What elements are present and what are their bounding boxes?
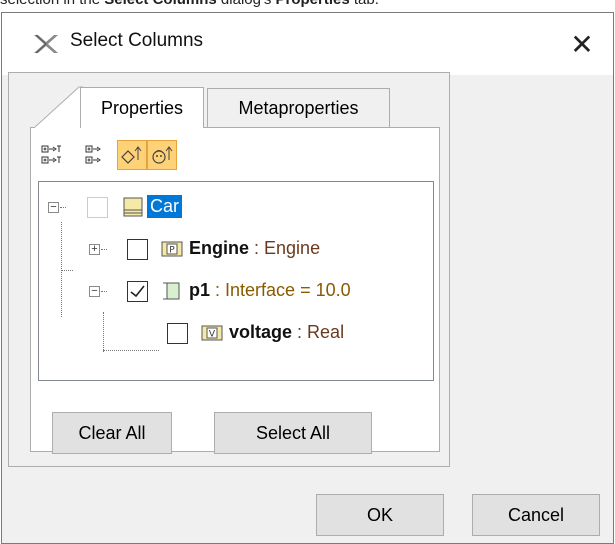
engine-type: Engine (264, 238, 321, 258)
caption-tab-name: Properties (276, 0, 350, 8)
p1-type: Interface = 10.0 (225, 280, 351, 300)
tree-connector (101, 249, 107, 250)
collapse-icon[interactable]: − (89, 286, 100, 297)
tree-row-engine[interactable]: + P Engine : Engine (39, 234, 429, 264)
voltage-checkbox[interactable] (167, 323, 188, 344)
tree-row-p1[interactable]: − p1 : Interface = 10.0 (39, 276, 429, 306)
caption-prefix: selection in the (0, 0, 104, 8)
select-all-label: Select All (255, 422, 331, 443)
caption-middle: dialog's (217, 0, 276, 8)
car-checkbox (87, 197, 108, 218)
ok-label: OK (366, 504, 393, 525)
tab-metaproperties-label: Metaproperties (238, 97, 359, 118)
expand-all-button[interactable] (38, 140, 68, 170)
cancel-button[interactable]: Cancel (472, 494, 600, 536)
tree-connector (103, 350, 159, 351)
engine-sep: : (249, 238, 265, 258)
svg-text:V: V (209, 330, 216, 340)
tab-metaproperties[interactable]: Metaproperties (207, 88, 390, 128)
p1-name: p1 (189, 280, 211, 300)
close-button[interactable]: ✕ (551, 13, 613, 75)
tab-properties[interactable]: Properties (80, 87, 204, 128)
cancel-label: Cancel (507, 504, 565, 525)
close-icon: ✕ (570, 28, 594, 60)
expand-selected-icon (85, 145, 101, 164)
show-hidden-toggle[interactable] (147, 140, 177, 170)
tree-connector (61, 270, 73, 271)
port-icon (163, 282, 180, 300)
tree-connector (60, 207, 66, 208)
p1-checkbox[interactable] (127, 281, 148, 302)
clear-all-label: Clear All (78, 422, 146, 443)
dialog-title: Select Columns (70, 30, 204, 51)
show-inherited-toggle[interactable] (117, 140, 147, 170)
svg-text:P: P (169, 246, 175, 256)
p1-sep: : (210, 280, 226, 300)
engine-name: Engine (189, 238, 250, 258)
tree-row-car[interactable]: − Car (39, 192, 429, 222)
tab-properties-label: Properties (100, 97, 184, 118)
voltage-sep: : (292, 322, 308, 342)
clear-all-button[interactable]: Clear All (52, 412, 172, 454)
title-bar[interactable]: Select Columns ✕ (2, 13, 613, 75)
block-icon (123, 197, 143, 217)
ok-button[interactable]: OK (316, 494, 444, 536)
document-caption: selection in the Select Columns dialog's… (0, 0, 615, 11)
tree-row-voltage[interactable]: V voltage : Real (39, 318, 429, 348)
app-logo-icon (34, 34, 58, 54)
engine-checkbox[interactable] (127, 239, 148, 260)
expand-selected-button[interactable] (80, 140, 110, 170)
car-label: Car (147, 195, 183, 218)
show-inherited-icon (121, 146, 142, 164)
checkmark-icon (130, 285, 145, 298)
voltage-name: voltage (229, 322, 293, 342)
show-hidden-icon (152, 146, 173, 164)
part-property-icon: P (161, 241, 183, 257)
collapse-icon[interactable]: − (48, 202, 59, 213)
select-all-button[interactable]: Select All (214, 412, 372, 454)
expand-icon[interactable]: + (89, 244, 100, 255)
value-property-icon: V (201, 325, 223, 341)
caption-suffix: tab. (350, 0, 379, 8)
caption-dialog-name: Select Columns (104, 0, 217, 8)
tab-slant-edge (35, 86, 83, 128)
properties-tree[interactable]: − Car + P Engine : Engine − p1: Interfa… (38, 181, 434, 381)
expand-all-icon (41, 145, 61, 164)
voltage-type: Real (307, 322, 345, 342)
tree-connector (101, 291, 107, 292)
